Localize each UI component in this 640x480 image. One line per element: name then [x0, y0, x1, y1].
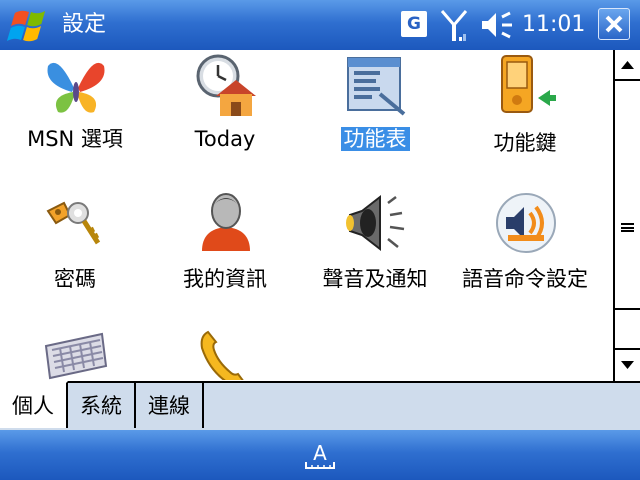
clock[interactable]: 11:01	[522, 10, 585, 40]
settings-item-label: Today	[194, 127, 256, 151]
arrow-up-icon	[621, 61, 634, 69]
keyboard-input-icon	[44, 332, 108, 380]
settings-grid: MSN 選項 Today 功能表 功能鍵 密碼 我的資訊 聲音及通知 語音命令設…	[0, 50, 613, 380]
network-g-icon[interactable]: G	[401, 11, 427, 37]
close-icon	[605, 15, 623, 33]
scroll-down-button[interactable]	[615, 348, 640, 379]
settings-item-label: 聲音及通知	[322, 267, 428, 291]
settings-item-today[interactable]: Today	[150, 50, 300, 180]
msn-butterfly-icon	[44, 54, 108, 118]
menus-icon	[344, 54, 408, 118]
scroll-thumb[interactable]	[615, 81, 640, 310]
settings-item-label: 我的資訊	[183, 267, 267, 291]
owner-info-icon	[194, 189, 258, 253]
tab-system[interactable]: 系統	[68, 381, 136, 428]
windows-start-icon[interactable]	[4, 5, 50, 45]
settings-item-label: 功能表	[300, 124, 450, 154]
settings-item-label: 語音命令設定	[462, 267, 588, 291]
tab-personal[interactable]: 個人	[0, 381, 68, 428]
tab-connections[interactable]: 連線	[136, 381, 204, 428]
voice-command-icon	[494, 191, 558, 255]
keys-icon	[44, 191, 108, 255]
vertical-scrollbar[interactable]	[613, 50, 640, 381]
scroll-track[interactable]	[615, 81, 640, 310]
buttons-device-icon	[494, 54, 558, 118]
svg-text:A: A	[313, 441, 327, 465]
close-button[interactable]	[598, 8, 630, 40]
signal-icon[interactable]	[440, 8, 468, 44]
title-bar: 設定 G 11:01	[0, 0, 640, 50]
tab-strip: 個人 系統 連線	[0, 381, 640, 430]
settings-item-password[interactable]: 密碼	[0, 185, 150, 320]
settings-item-buttons[interactable]: 功能鍵	[450, 50, 600, 180]
speaker-icon	[344, 191, 408, 255]
settings-item-menus[interactable]: 功能表	[300, 50, 450, 180]
scroll-up-button[interactable]	[615, 50, 640, 81]
scroll-grip-icon	[621, 223, 634, 232]
today-clock-home-icon	[194, 54, 258, 118]
settings-item-label: MSN 選項	[27, 127, 123, 151]
volume-icon[interactable]	[478, 10, 518, 40]
settings-item-label: 密碼	[54, 267, 96, 291]
phone-icon	[194, 328, 258, 380]
arrow-down-icon	[621, 361, 634, 369]
settings-item-phone[interactable]	[150, 328, 300, 380]
screen: 設定 G 11:01 MSN 選項 Today 功能表 功能鍵 密碼 我的資訊 …	[0, 0, 640, 480]
settings-item-voice-command[interactable]: 語音命令設定	[450, 185, 600, 330]
settings-item-msn[interactable]: MSN 選項	[0, 50, 150, 180]
settings-item-owner-info[interactable]: 我的資訊	[150, 185, 300, 320]
menu-bar: A	[0, 430, 640, 480]
settings-item-sounds[interactable]: 聲音及通知	[300, 185, 450, 320]
settings-item-input[interactable]	[0, 328, 150, 380]
app-title: 設定	[62, 12, 107, 37]
settings-item-label: 功能鍵	[493, 131, 557, 155]
input-panel-button[interactable]: A	[300, 436, 340, 474]
